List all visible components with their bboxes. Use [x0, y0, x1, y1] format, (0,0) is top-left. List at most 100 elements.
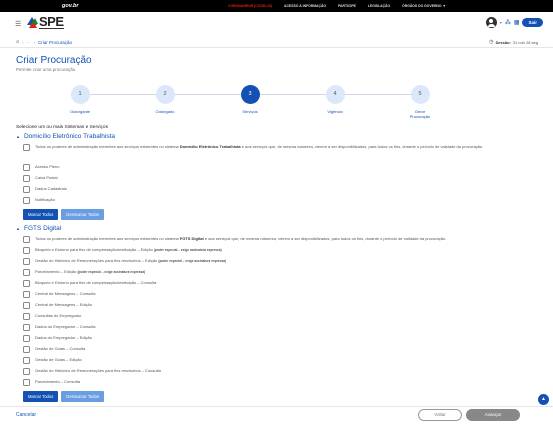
checkbox[interactable]	[23, 335, 30, 342]
checkbox[interactable]	[23, 346, 30, 353]
checkbox[interactable]	[23, 313, 30, 320]
unmark-all-button[interactable]: Desmarcar Todos	[61, 391, 105, 402]
step-label: Outorgante	[69, 109, 90, 114]
option-det-notificacao[interactable]: Notificação	[23, 197, 533, 204]
checkbox[interactable]	[23, 164, 30, 171]
option-fgts-all[interactable]: Todos os poderes de administração ineren…	[23, 236, 533, 243]
option-label: Consultas do Empregador	[35, 313, 82, 318]
checkbox[interactable]	[23, 258, 30, 265]
gov-link-participe[interactable]: PARTICIPE	[338, 4, 356, 8]
checkbox[interactable]	[23, 291, 30, 298]
session-label: Sessão:	[495, 39, 511, 45]
option-label: Dados do Empregador – Consulta	[35, 324, 96, 329]
group-fgts-header[interactable]: ▲ FGTS Digital	[16, 225, 61, 232]
option-label: Gestão de Guias – Consulta	[35, 346, 86, 351]
chevron-right-icon: ›	[33, 39, 36, 45]
option-fgts-item[interactable]: Central de Mensagens – Edição	[23, 302, 533, 309]
user-icon[interactable]	[485, 17, 497, 28]
option-fgts-item[interactable]: Central de Mensagens – Consulta	[23, 291, 533, 298]
mark-all-button[interactable]: Marcar Todos	[23, 391, 59, 402]
checkbox[interactable]	[23, 197, 30, 204]
option-fgts-item[interactable]: Parcelamento – Edição (poder especial – …	[23, 269, 533, 276]
option-fgts-item[interactable]: Parcelamento – Consulta	[23, 379, 533, 386]
breadcrumb-bar: ⌂ › ⋯ › Criar Procuração ◷ Sessão: 31 mi…	[0, 37, 553, 48]
checkbox[interactable]	[23, 357, 30, 364]
back-button[interactable]: Voltar	[418, 409, 462, 421]
step-outorgante[interactable]: 1 Outorgante	[45, 85, 115, 114]
checkbox[interactable]	[23, 236, 30, 243]
scroll-top-icon[interactable]: ▲	[538, 394, 549, 405]
checkbox[interactable]	[23, 186, 30, 193]
option-fgts-item[interactable]: Consultas do Empregador	[23, 313, 533, 320]
apps-icon[interactable]: ⁂	[505, 19, 511, 26]
checkbox[interactable]	[23, 144, 30, 151]
option-label: Todos os poderes de administração ineren…	[35, 236, 447, 241]
checkbox[interactable]	[23, 379, 30, 386]
services-prompt: Selecione um ou mais Sistemas e Serviços	[16, 125, 108, 130]
option-det-all[interactable]: Todos os poderes de administração ineren…	[23, 144, 533, 151]
logout-button[interactable]: Sair	[522, 18, 543, 27]
step-number: 3	[240, 85, 260, 104]
next-button[interactable]: Avançar	[466, 409, 520, 421]
option-label: Parcelamento – Edição (poder especial – …	[35, 269, 146, 274]
option-label: Central de Mensagens – Consulta	[35, 291, 96, 296]
logo-mark-icon	[27, 15, 38, 29]
cancel-link[interactable]: Cancelar	[16, 412, 36, 418]
chevron-up-icon: ▲	[16, 226, 20, 231]
option-label: Bloqueio e Estorno para fins de compensa…	[35, 247, 222, 252]
group-det-actions: Marcar Todos Desmarcar Todos	[23, 209, 105, 220]
step-vigencia[interactable]: 4 Vigência	[300, 85, 370, 114]
chevron-down-icon[interactable]: ▾	[500, 20, 502, 25]
option-fgts-item[interactable]: Gestão de Guias – Edição	[23, 357, 533, 364]
page-title: Criar Procuração	[16, 55, 92, 66]
checkbox[interactable]	[23, 269, 30, 276]
option-label: Dados Cadastrais	[35, 186, 67, 191]
checkbox[interactable]	[23, 368, 30, 375]
checkbox[interactable]	[23, 175, 30, 182]
logo-text: SPE	[39, 14, 64, 29]
home-icon[interactable]: ⌂	[16, 39, 19, 45]
gov-link-orgaos[interactable]: ÓRGÃOS DO GOVERNO ▼	[402, 4, 446, 8]
checkbox[interactable]	[23, 280, 30, 287]
option-label: Gestão de Guias – Edição	[35, 357, 82, 362]
grid-icon[interactable]: ▦	[514, 19, 520, 26]
option-fgts-item[interactable]: Gestão de Guias – Consulta	[23, 346, 533, 353]
page-subtitle: Permite criar uma procuração	[16, 67, 76, 72]
menu-icon[interactable]: ☰	[15, 20, 21, 28]
option-det-acesso-pleno[interactable]: Acesso Pleno	[23, 164, 533, 171]
option-det-caixa-postal[interactable]: Caixa Postal	[23, 175, 533, 182]
gov-links: CORONAVÍRUS (COVID-19) ACESSO À INFORMAÇ…	[228, 4, 446, 8]
gov-link-acesso[interactable]: ACESSO À INFORMAÇÃO	[284, 4, 326, 8]
option-label: Gestão do Histórico de Remunerações para…	[35, 258, 227, 263]
unmark-all-button[interactable]: Desmarcar Todos	[61, 209, 105, 220]
gov-brand[interactable]: gov.br	[62, 3, 79, 9]
option-label: Bloqueio e Estorno para fins de compensa…	[35, 280, 157, 285]
gov-link-covid[interactable]: CORONAVÍRUS (COVID-19)	[228, 4, 272, 8]
breadcrumb: ⌂ › ⋯ › Criar Procuração	[16, 39, 72, 45]
option-fgts-item[interactable]: Dados do Empregador – Edição	[23, 335, 533, 342]
step-label: Vigência	[327, 109, 343, 114]
step-outorgado[interactable]: 2 Outorgado	[130, 85, 200, 114]
option-fgts-item[interactable]: Gestão do Histórico de Remunerações para…	[23, 258, 533, 265]
app-logo[interactable]: SPE	[27, 15, 64, 29]
option-fgts-item[interactable]: Dados do Empregador – Consulta	[23, 324, 533, 331]
option-fgts-item[interactable]: Bloqueio e Estorno para fins de compensa…	[23, 280, 533, 287]
mark-all-button[interactable]: Marcar Todos	[23, 209, 59, 220]
step-servicos[interactable]: 3 Serviços	[215, 85, 285, 114]
option-det-dados-cadastrais[interactable]: Dados Cadastrais	[23, 186, 533, 193]
checkbox[interactable]	[23, 324, 30, 331]
checkbox[interactable]	[23, 247, 30, 254]
gov-link-legislacao[interactable]: LEGISLAÇÃO	[368, 4, 390, 8]
step-gerar-procuracao[interactable]: 5 Gerar Procuração	[385, 85, 455, 119]
option-label: Dados do Empregador – Edição	[35, 335, 92, 340]
chevron-up-icon: ▲	[16, 134, 20, 139]
group-det-header[interactable]: ▲ Domicílio Eletrônico Trabalhista	[16, 133, 115, 140]
more-icon[interactable]: ⋯	[27, 40, 31, 45]
checkbox[interactable]	[23, 302, 30, 309]
option-label: Caixa Postal	[35, 175, 58, 180]
session-value: 31 min 28 seg	[512, 39, 538, 45]
wizard-stepper: 1 Outorgante 2 Outorgado 3 Serviços 4 Vi…	[60, 85, 440, 119]
breadcrumb-current[interactable]: Criar Procuração	[38, 40, 72, 45]
option-fgts-item[interactable]: Gestão do Histórico de Remunerações para…	[23, 368, 533, 375]
option-fgts-item[interactable]: Bloqueio e Estorno para fins de compensa…	[23, 247, 533, 254]
